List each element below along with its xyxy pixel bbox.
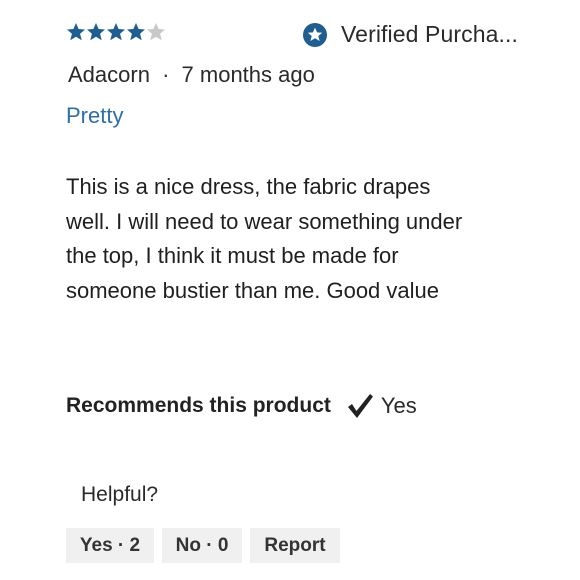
feedback-actions: Yes · 2 No · 0 Report — [66, 528, 340, 563]
recommends-label: Recommends this product — [66, 394, 331, 417]
recommends-value: Yes — [380, 393, 417, 418]
helpful-label: Helpful? — [81, 483, 159, 506]
star-icon — [126, 22, 146, 42]
review-title: Pretty — [66, 103, 124, 128]
verified-badge-icon — [303, 22, 327, 47]
report-button[interactable]: Report — [250, 528, 340, 563]
star-icon — [66, 22, 86, 42]
star-icon — [146, 22, 166, 42]
review-time: 7 months ago — [181, 62, 315, 87]
helpful-no-button[interactable]: No · 0 — [162, 528, 242, 563]
review-body: This is a nice dress, the fabric drapes … — [66, 174, 463, 303]
star-icon — [106, 22, 126, 42]
checkmark-icon — [345, 391, 375, 421]
author-name: Adacorn — [68, 62, 150, 87]
star-rating — [66, 22, 166, 42]
meta-separator: · — [162, 62, 170, 87]
helpful-yes-button[interactable]: Yes · 2 — [66, 528, 154, 563]
review-meta: Adacorn · 7 months ago — [68, 62, 315, 88]
recommends-row: Recommends this product Yes — [66, 391, 417, 421]
review-card: Verified Purcha... Adacorn · 7 months ag… — [0, 0, 580, 580]
verified-purchase: Verified Purcha... — [303, 21, 518, 48]
star-icon — [86, 22, 106, 42]
verified-purchase-label: Verified Purcha... — [341, 21, 518, 47]
